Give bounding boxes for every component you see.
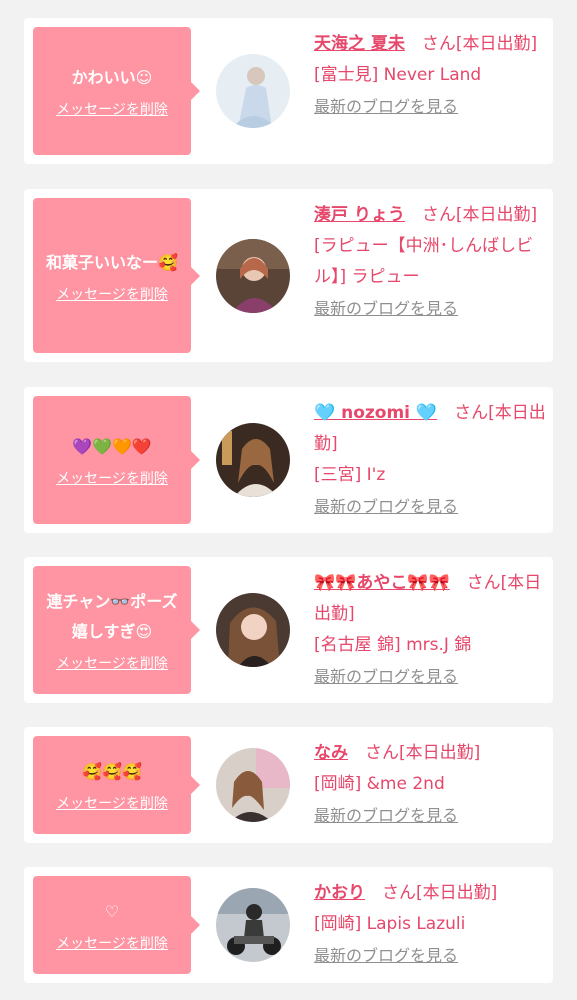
message-text: 嬉しすぎ😍 (71, 622, 153, 641)
latest-blog-link[interactable]: 最新のブログを見る (314, 497, 458, 516)
message-text: 連チャン👓ポーズ (46, 592, 178, 611)
avatar[interactable] (216, 423, 290, 497)
latest-blog-link[interactable]: 最新のブログを見る (314, 946, 458, 965)
work-status: [本日出勤] (455, 205, 538, 225)
avatar[interactable] (216, 239, 290, 313)
message-text: ♡ (104, 902, 120, 921)
honorific: さん (454, 403, 489, 423)
message-card: 和菓子いいなー🥰 メッセージを削除 湊戸 りょう さん[本日出勤] [ラピュー【… (24, 189, 553, 362)
girl-name-link[interactable]: かおり (314, 883, 365, 903)
girl-info: 🩵 nozomi 🩵 さん[本日出勤] [三宮] I'z 最新のブログを見る (314, 398, 546, 523)
girl-info: 🎀🎀あやこ🎀🎀 さん[本日出勤] [名古屋 錦] mrs.J 錦 最新のブログを… (314, 568, 546, 693)
honorific: さん (421, 205, 456, 225)
shop-info: [富士見] Never Land (314, 65, 482, 85)
message-card: 💜💚🧡❤️ メッセージを削除 🩵 nozomi 🩵 さん[本日出勤] [三宮] … (24, 387, 553, 533)
delete-message-link[interactable]: メッセージを削除 (56, 933, 168, 953)
delete-message-link[interactable]: メッセージを削除 (56, 653, 168, 673)
shop-info: [岡崎] Lapis Lazuli (314, 914, 466, 934)
message-bubble: かわいい☺ メッセージを削除 (33, 27, 200, 155)
message-text: 💜💚🧡❤️ (72, 437, 152, 456)
shop-info: [岡崎] &me 2nd (314, 774, 445, 794)
message-bubble: 連チャン👓ポーズ 嬉しすぎ😍 メッセージを削除 (33, 566, 200, 694)
message-text: かわいい☺ (71, 68, 153, 87)
avatar[interactable] (216, 748, 290, 822)
message-text: 和菓子いいなー🥰 (46, 252, 178, 272)
message-card: ♡ メッセージを削除 かおり さん[本日出勤] [岡崎] Lapis Lazul… (24, 867, 553, 983)
latest-blog-link[interactable]: 最新のブログを見る (314, 97, 458, 116)
avatar[interactable] (216, 888, 290, 962)
girl-name-link[interactable]: 天海之 夏未 (314, 34, 405, 54)
work-status: [本日出勤] (416, 883, 498, 903)
girl-name-link[interactable]: 湊戸 りょう (314, 205, 405, 225)
honorific: さん (421, 34, 456, 54)
girl-info: 天海之 夏未 さん[本日出勤] [富士見] Never Land 最新のブログを… (314, 29, 546, 123)
message-text: 🥰🥰🥰 (82, 762, 142, 781)
latest-blog-link[interactable]: 最新のブログを見る (314, 667, 458, 686)
honorific: さん (365, 743, 399, 763)
girl-name-link[interactable]: 🩵 nozomi 🩵 (314, 403, 437, 423)
girl-name-link[interactable]: なみ (314, 743, 348, 763)
message-card: かわいい☺ メッセージを削除 天海之 夏未 さん[本日出勤] [富士見] Nev… (24, 18, 553, 164)
latest-blog-link[interactable]: 最新のブログを見る (314, 806, 458, 825)
message-card: 🥰🥰🥰 メッセージを削除 なみ さん[本日出勤] [岡崎] &me 2nd 最新… (24, 727, 553, 843)
work-status: [本日出勤] (399, 743, 481, 763)
message-bubble: 💜💚🧡❤️ メッセージを削除 (33, 396, 200, 524)
message-list: かわいい☺ メッセージを削除 天海之 夏未 さん[本日出勤] [富士見] Nev… (0, 0, 577, 1000)
girl-name-link[interactable]: 🎀🎀あやこ🎀🎀 (314, 573, 450, 593)
message-card: 連チャン👓ポーズ 嬉しすぎ😍 メッセージを削除 🎀🎀あやこ🎀🎀 さん[本日出勤]… (24, 557, 553, 703)
delete-message-link[interactable]: メッセージを削除 (56, 793, 168, 813)
avatar[interactable] (216, 54, 290, 128)
shop-info: [名古屋 錦] mrs.J 錦 (314, 635, 472, 655)
delete-message-link[interactable]: メッセージを削除 (56, 468, 168, 488)
girl-info: かおり さん[本日出勤] [岡崎] Lapis Lazuli 最新のブログを見る (314, 878, 546, 972)
shop-info: [ラピュー【中洲･しんばしビル】] ラピュー (314, 236, 534, 287)
delete-message-link[interactable]: メッセージを削除 (56, 284, 168, 304)
honorific: さん (466, 573, 501, 593)
message-bubble: 和菓子いいなー🥰 メッセージを削除 (33, 198, 200, 353)
girl-info: 湊戸 りょう さん[本日出勤] [ラピュー【中洲･しんばしビル】] ラピュー 最… (314, 200, 546, 325)
delete-message-link[interactable]: メッセージを削除 (56, 99, 168, 119)
avatar[interactable] (216, 593, 290, 667)
honorific: さん (382, 883, 416, 903)
message-bubble: ♡ メッセージを削除 (33, 876, 200, 974)
message-bubble: 🥰🥰🥰 メッセージを削除 (33, 736, 200, 834)
girl-info: なみ さん[本日出勤] [岡崎] &me 2nd 最新のブログを見る (314, 738, 546, 832)
work-status: [本日出勤] (455, 34, 538, 54)
shop-info: [三宮] I'z (314, 465, 386, 485)
latest-blog-link[interactable]: 最新のブログを見る (314, 299, 458, 318)
